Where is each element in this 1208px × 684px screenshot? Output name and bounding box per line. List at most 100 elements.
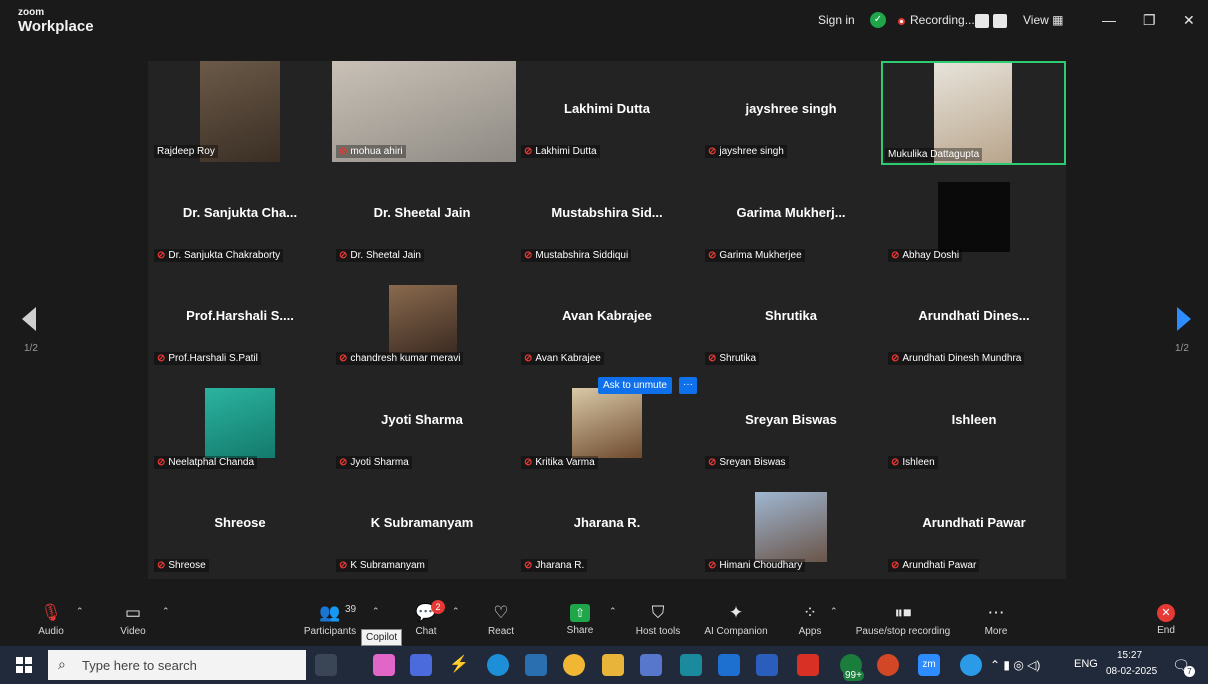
sign-in-link[interactable]: Sign in <box>818 13 855 27</box>
mic-muted-icon: ⊘ <box>157 353 166 364</box>
participant-tile[interactable]: Garima Mukherj... ⊘ Garima Mukherjee <box>701 165 881 266</box>
pause-recording-icon[interactable] <box>975 14 989 28</box>
more-dots-icon: ⋯ <box>987 603 1005 622</box>
acrobat-icon[interactable] <box>797 654 819 676</box>
edge-icon[interactable] <box>487 654 509 676</box>
react-button[interactable]: ♡ React <box>466 596 536 644</box>
outlook-icon[interactable] <box>718 654 740 676</box>
tile-name: Avan Kabrajee <box>562 308 652 323</box>
participant-tile[interactable]: Prof.Harshali S.... ⊘ Prof.Harshali S.Pat… <box>150 268 330 369</box>
participant-tile[interactable]: Rajdeep Roy <box>150 61 330 162</box>
ai-companion-button[interactable]: ✦ AI Companion <box>697 596 775 644</box>
chat-options-chevron-icon[interactable]: ⌃ <box>452 606 460 617</box>
tile-label: ⊘ Lakhimi Dutta <box>521 145 600 158</box>
help-icon[interactable] <box>960 654 982 676</box>
apps-options-chevron-icon[interactable]: ⌃ <box>830 606 838 617</box>
participant-tile[interactable]: Dr. Sanjukta Cha... ⊘ Dr. Sanjukta Chakra… <box>150 165 330 266</box>
tile-label: ⊘ Jharana R. <box>521 559 588 572</box>
tile-label: ⊘ Avan Kabrajee <box>521 352 604 365</box>
previous-page-icon[interactable] <box>22 307 36 331</box>
logo-small: zoom <box>18 7 45 18</box>
share-button[interactable]: ⇧ Share <box>545 596 615 644</box>
recording-status[interactable]: Recording... <box>910 13 975 27</box>
participant-tile[interactable]: Shrutika ⊘ Shrutika <box>701 268 881 369</box>
tile-label: ⊘ Kritika Varma <box>521 456 598 469</box>
tile-label: ⊘ Neelatphal Chanda <box>154 456 258 469</box>
task-view-icon[interactable] <box>315 654 337 676</box>
participants-options-chevron-icon[interactable]: ⌃ <box>372 606 380 617</box>
participant-tile[interactable]: Shreose ⊘ Shreose <box>150 475 330 576</box>
end-meeting-button[interactable]: ✕ End <box>1131 596 1201 644</box>
participant-tile-active-speaker[interactable]: Mukulika Dattagupta <box>881 61 1066 165</box>
zoom-taskbar-icon[interactable]: zm <box>918 654 940 676</box>
participant-tile[interactable]: Arundhati Dines... ⊘ Arundhati Dinesh Mun… <box>884 268 1064 369</box>
participant-tile[interactable]: Dr. Sheetal Jain ⊘ Dr. Sheetal Jain <box>332 165 512 266</box>
host-tools-button[interactable]: ⛉ Host tools <box>623 596 693 644</box>
restore-icon[interactable]: ❐ <box>1143 12 1156 29</box>
audio-label: Audio <box>38 626 64 637</box>
participant-tile[interactable]: jayshree singh ⊘ jayshree singh <box>701 61 881 162</box>
tile-label: ⊘ Arundhati Dinesh Mundhra <box>888 352 1025 365</box>
share-options-chevron-icon[interactable]: ⌃ <box>609 606 617 617</box>
tile-name: Lakhimi Dutta <box>564 101 650 116</box>
tile-name: Sreyan Biswas <box>745 412 837 427</box>
tile-label: ⊘ Dr. Sanjukta Chakraborty <box>154 249 284 262</box>
taskbar-search-box[interactable]: ⌕ Type here to search <box>48 650 306 680</box>
tile-name: Dr. Sheetal Jain <box>373 205 471 220</box>
ask-to-unmute-button[interactable]: Ask to unmute <box>598 377 672 394</box>
participant-tile[interactable]: Arundhati Pawar ⊘ Arundhati Pawar <box>884 475 1064 576</box>
tile-name: Arundhati Pawar <box>922 515 1026 530</box>
pause-stop-recording-button[interactable]: ⏸⏹ Pause/stop recording <box>850 596 956 644</box>
mic-muted-icon: ⊘ <box>157 457 166 468</box>
gallery-view: Rajdeep Roy ⊘ mohua ahiri Lakhimi Dutta ⊘… <box>148 61 1066 579</box>
tile-label: ⊘ Dr. Sheetal Jain <box>336 249 424 262</box>
next-page-icon[interactable] <box>1177 307 1191 331</box>
close-icon[interactable]: ✕ <box>1183 12 1195 29</box>
dropbox-icon[interactable] <box>410 654 432 676</box>
mic-muted-icon: ⊘ <box>708 146 717 157</box>
tile-more-options-button[interactable]: ··· <box>679 377 697 394</box>
app-icon[interactable] <box>680 654 702 676</box>
file-explorer-icon[interactable] <box>602 654 624 676</box>
participant-tile[interactable]: Ishleen ⊘ Ishleen <box>884 372 1064 473</box>
view-menu[interactable]: View ▦ <box>1023 13 1063 27</box>
participant-tile[interactable]: Jharana R. ⊘ Jharana R. <box>517 475 697 576</box>
participant-tile[interactable]: Sreyan Biswas ⊘ Sreyan Biswas <box>701 372 881 473</box>
encryption-shield-icon[interactable]: ✓ <box>870 12 886 28</box>
participant-tile[interactable]: ⊘ Neelatphal Chanda <box>150 372 330 473</box>
tile-label: ⊘ Mustabshira Siddiqui <box>521 249 632 262</box>
participant-tile[interactable]: ⊘ Himani Choudhary <box>701 475 881 576</box>
app-icon[interactable] <box>640 654 662 676</box>
kindle-icon[interactable] <box>525 654 547 676</box>
stop-recording-icon[interactable] <box>993 14 1007 28</box>
participant-tile[interactable]: ⊘ mohua ahiri <box>332 61 516 162</box>
apps-button[interactable]: ⁘ Apps <box>775 596 845 644</box>
clock-time[interactable]: 15:27 <box>1117 650 1142 661</box>
participant-tile[interactable]: ⊘ Abhay Doshi <box>884 165 1064 266</box>
tray-icons[interactable]: ⌃ ▮ ◎ ◁) <box>990 658 1040 672</box>
mic-muted-icon: ⊘ <box>524 146 533 157</box>
lightning-app-icon[interactable]: ⚡ <box>448 654 470 676</box>
participant-tile[interactable]: Lakhimi Dutta ⊘ Lakhimi Dutta <box>517 61 697 162</box>
mic-muted-icon: ⊘ <box>524 560 533 571</box>
clock-date[interactable]: 08-02-2025 <box>1106 666 1157 677</box>
powerpoint-icon[interactable] <box>877 654 899 676</box>
participants-count: 39 <box>345 604 357 615</box>
chrome-icon[interactable] <box>563 654 585 676</box>
more-button[interactable]: ⋯ More <box>961 596 1031 644</box>
participant-tile[interactable]: ⊘ chandresh kumar meravi <box>332 268 512 369</box>
participant-tile[interactable]: Jyoti Sharma ⊘ Jyoti Sharma <box>332 372 512 473</box>
language-indicator[interactable]: ENG <box>1074 658 1098 670</box>
participant-tile[interactable]: Mustabshira Sid... ⊘ Mustabshira Siddiqui <box>517 165 697 266</box>
participant-tile[interactable]: Avan Kabrajee ⊘ Avan Kabrajee <box>517 268 697 369</box>
audio-button[interactable]: 🎙 Audio <box>16 596 86 644</box>
audio-options-chevron-icon[interactable]: ⌃ <box>76 606 84 617</box>
minimize-icon[interactable]: — <box>1102 12 1116 28</box>
windows-start-icon[interactable] <box>16 657 32 673</box>
video-options-chevron-icon[interactable]: ⌃ <box>162 606 170 617</box>
word-icon[interactable] <box>756 654 778 676</box>
video-button[interactable]: ▭ Video <box>98 596 168 644</box>
participant-tile[interactable]: K Subramanyam ⊘ K Subramanyam <box>332 475 512 576</box>
tile-name: Garima Mukherj... <box>736 205 846 220</box>
copilot-icon[interactable] <box>373 654 395 676</box>
